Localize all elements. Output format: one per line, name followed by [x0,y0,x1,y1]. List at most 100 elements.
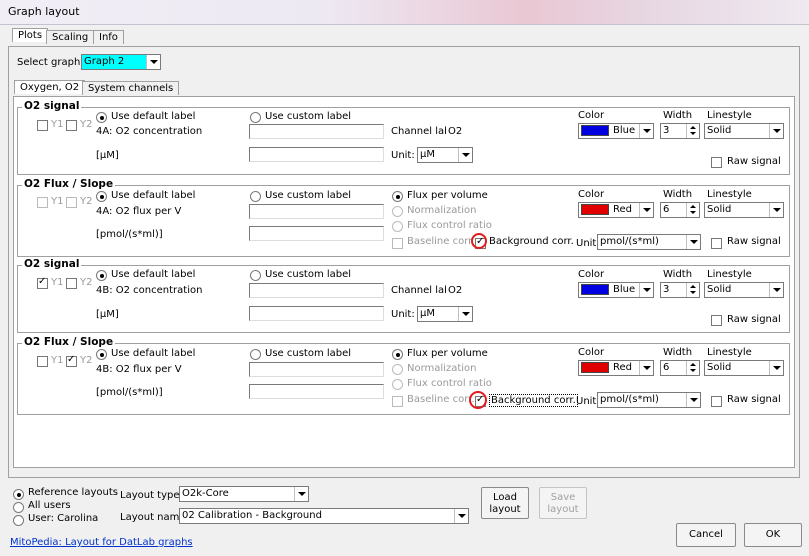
linestyle-dropdown[interactable]: Solid [704,202,784,218]
width-spinner[interactable]: 3 [660,123,700,139]
chevron-down-icon[interactable] [639,361,653,375]
chevron-down-icon[interactable] [294,487,308,501]
chevron-down-icon[interactable] [146,55,160,69]
linestyle-dropdown[interactable]: Solid [704,360,784,376]
custom-unit-input[interactable] [249,306,384,321]
y2-label: Y2 [80,119,93,130]
layout-name-label: Layout name [120,512,186,523]
spin-arrows-icon[interactable] [686,124,699,138]
custom-label-radio[interactable] [250,349,261,360]
channel-label-input[interactable]: O2 [446,124,566,139]
default-label-radio[interactable] [96,270,107,281]
mitopedia-link[interactable]: MitoPedia: Layout for DatLab graphs [10,537,193,548]
color-dropdown[interactable]: Red [578,360,654,376]
flux-control-ratio-radio[interactable] [392,221,403,232]
unit-dropdown[interactable]: pmol/(s*ml) [597,234,701,250]
layout-name-dropdown[interactable]: 02 Calibration - Background [179,508,469,524]
chevron-down-icon[interactable] [686,235,700,249]
chevron-down-icon[interactable] [458,148,472,162]
unit-dropdown[interactable]: µM [417,306,473,322]
custom-label-input[interactable] [249,124,384,139]
baseline-corr-label: Baseline corr. [407,394,475,405]
unit-dropdown[interactable]: pmol/(s*ml) [597,392,701,408]
chevron-down-icon[interactable] [769,124,783,138]
color-dropdown[interactable]: Blue [578,282,654,298]
y1-checkbox[interactable] [37,197,48,208]
default-label-radio[interactable] [96,349,107,360]
custom-unit-input[interactable] [249,226,384,241]
y2-checkbox[interactable] [66,197,77,208]
flux-per-volume-radio[interactable] [392,191,403,202]
linestyle-dropdown[interactable]: Solid [704,282,784,298]
layout-type-dropdown[interactable]: O2k-Core [179,486,309,502]
chevron-down-icon[interactable] [769,203,783,217]
raw-signal-checkbox[interactable] [711,396,722,407]
normalization-radio[interactable] [392,206,403,217]
custom-label-text: Use custom label [265,269,352,280]
window-title: Graph layout [8,5,80,18]
chevron-down-icon[interactable] [639,203,653,217]
y2-checkbox[interactable] [66,354,77,367]
baseline-corr-checkbox[interactable] [392,238,403,249]
y2-checkbox[interactable] [66,278,77,289]
custom-label-input[interactable] [249,362,384,377]
user-radio[interactable] [13,515,24,526]
default-label-radio[interactable] [96,191,107,202]
width-spinner[interactable]: 6 [660,360,700,376]
default-label-radio[interactable] [96,112,107,123]
normalization-radio[interactable] [392,364,403,375]
linestyle-dropdown[interactable]: Solid [704,123,784,139]
cancel-button[interactable]: Cancel [676,523,736,547]
baseline-corr-checkbox[interactable] [392,396,403,407]
channel-label-input[interactable]: O2 [446,283,566,298]
custom-unit-input[interactable] [249,384,384,399]
color-dropdown[interactable]: Blue [578,123,654,139]
y2-checkbox[interactable] [66,120,77,131]
raw-signal-checkbox[interactable] [711,157,722,168]
tab-oxygen[interactable]: Oxygen, O2 [14,80,86,94]
color-dropdown[interactable]: Red [578,202,654,218]
linestyle-value: Solid [707,125,732,136]
select-graph-dropdown[interactable]: Graph 2 [81,54,161,70]
flux-per-volume-radio[interactable] [392,349,403,360]
width-value: 3 [663,284,670,295]
y1-checkbox[interactable] [37,120,48,131]
tab-plots[interactable]: Plots [12,28,49,42]
spin-arrows-icon[interactable] [686,203,699,217]
raw-signal-checkbox[interactable] [711,315,722,326]
unit-dropdown[interactable]: µM [417,147,473,163]
chevron-down-icon[interactable] [769,361,783,375]
chevron-down-icon[interactable] [458,307,472,321]
tab-info[interactable]: Info [93,30,124,44]
all-users-radio[interactable] [13,502,24,513]
layout-type-value: O2k-Core [182,488,229,499]
load-layout-button[interactable]: Load layout [481,487,529,519]
custom-unit-input[interactable] [249,147,384,162]
unit-label: [pmol/(s*ml)] [96,387,163,398]
width-spinner[interactable]: 6 [660,202,700,218]
unit-value: pmol/(s*ml) [600,394,659,405]
chevron-down-icon[interactable] [769,283,783,297]
chevron-down-icon[interactable] [686,393,700,407]
flux-control-ratio-radio[interactable] [392,379,403,390]
reference-layouts-radio[interactable] [13,489,24,500]
custom-label-input[interactable] [249,204,384,219]
chevron-down-icon[interactable] [454,509,468,523]
custom-label-radio[interactable] [250,270,261,281]
spin-arrows-icon[interactable] [686,361,699,375]
chevron-down-icon[interactable] [639,124,653,138]
tab-system-channels[interactable]: System channels [82,81,180,95]
spin-arrows-icon[interactable] [686,283,699,297]
tab-scaling[interactable]: Scaling [46,30,95,44]
y1-checkbox[interactable] [37,276,48,289]
custom-label-input[interactable] [249,283,384,298]
ok-button[interactable]: OK [744,523,802,547]
raw-signal-checkbox[interactable] [711,238,722,249]
chevron-down-icon[interactable] [639,283,653,297]
custom-label-radio[interactable] [250,112,261,123]
y1-checkbox[interactable] [37,356,48,367]
y2-label: Y2 [80,196,93,207]
custom-label-radio[interactable] [250,191,261,202]
width-spinner[interactable]: 3 [660,282,700,298]
save-layout-button[interactable]: Save layout [539,487,587,519]
